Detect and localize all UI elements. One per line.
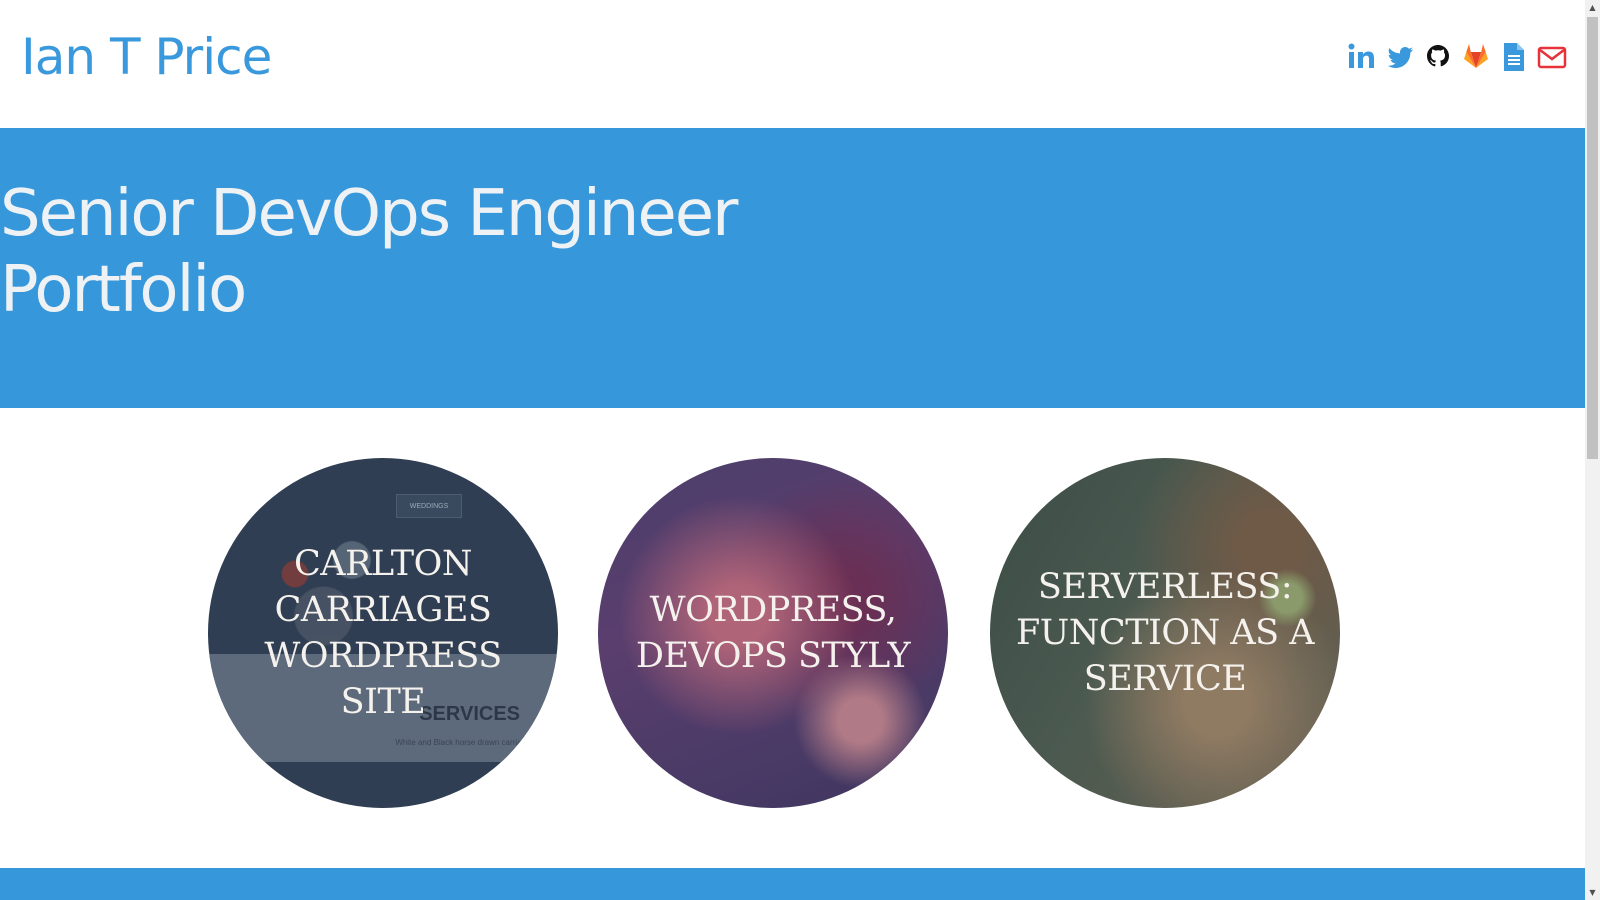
hero-title-line-2: Portfolio <box>0 253 247 327</box>
document-icon <box>1504 43 1524 71</box>
envelope-icon <box>1537 46 1567 69</box>
thumbnail-small-text: White and Black horse drawn carriages fo… <box>395 738 546 747</box>
page: Ian T Price Senior DevOps Engineer Portf… <box>0 0 1585 900</box>
linkedin-link[interactable] <box>1347 40 1377 74</box>
resume-link[interactable] <box>1499 40 1529 74</box>
hero-banner: Senior DevOps Engineer Portfolio <box>0 128 1585 408</box>
github-icon <box>1427 45 1449 67</box>
twitter-icon <box>1387 47 1413 68</box>
email-link[interactable] <box>1537 40 1567 74</box>
scroll-down-arrow-icon[interactable]: ▼ <box>1585 885 1600 900</box>
github-link[interactable] <box>1423 40 1453 74</box>
gitlab-link[interactable] <box>1461 40 1491 74</box>
hero-title-line-1: Senior DevOps Engineer <box>0 177 738 251</box>
twitter-link[interactable] <box>1385 40 1415 74</box>
portfolio-card-carlton-carriages[interactable]: WEDDINGS SERVICES White and Black horse … <box>208 458 558 808</box>
site-title-link[interactable]: Ian T Price <box>21 28 272 86</box>
thumbnail-nav-item: WEDDINGS <box>396 494 462 518</box>
footer-band <box>0 868 1585 900</box>
portfolio-card-label: Carlton Carriages Wordpress Site <box>264 544 502 722</box>
site-header: Ian T Price <box>0 0 1585 128</box>
gitlab-icon <box>1464 44 1488 68</box>
vertical-scrollbar[interactable]: ▲ ▼ <box>1585 0 1600 900</box>
scroll-up-arrow-icon[interactable]: ▲ <box>1585 0 1600 15</box>
portfolio-card-label: WordPress, DevOps Styly <box>635 590 911 676</box>
social-links <box>1347 40 1567 74</box>
portfolio-card-wordpress-devops[interactable]: WordPress, DevOps Styly <box>598 458 948 808</box>
linkedin-icon <box>1348 43 1374 68</box>
scroll-thumb[interactable] <box>1587 17 1598 459</box>
portfolio-grid: WEDDINGS SERVICES White and Black horse … <box>0 408 1585 868</box>
hero-title: Senior DevOps Engineer Portfolio <box>0 176 860 328</box>
portfolio-card-serverless[interactable]: Serverless: Function as a Service <box>990 458 1340 808</box>
portfolio-card-label: Serverless: Function as a Service <box>1016 567 1314 699</box>
